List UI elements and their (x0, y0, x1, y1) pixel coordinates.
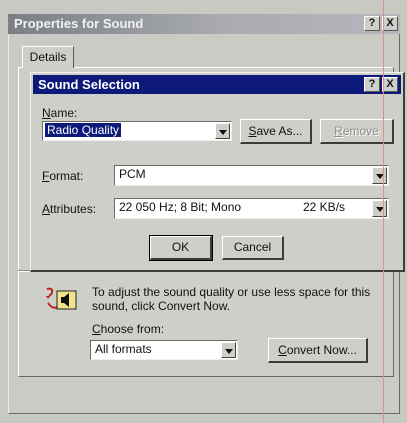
attributes-value: 22 050 Hz; 8 Bit; Mono (119, 200, 242, 214)
remove-label: Remove (334, 124, 379, 138)
choose-from-arrow-icon[interactable] (221, 342, 236, 358)
speaker-convert-icon (44, 283, 78, 315)
convert-now-button[interactable]: Convert Now... (268, 338, 368, 363)
name-arrow-icon[interactable] (215, 123, 230, 139)
properties-close-button[interactable]: X (382, 16, 398, 31)
tab-details[interactable]: Details (22, 46, 74, 68)
format-dropdown[interactable]: PCM (114, 165, 389, 186)
properties-title: Properties for Sound (14, 16, 144, 31)
name-value: Radio Quality (45, 123, 122, 137)
convert-now-label: Convert Now... (278, 343, 357, 357)
format-value: PCM (119, 167, 146, 181)
convert-info-text: To adjust the sound quality or use less … (92, 285, 371, 313)
red-guide-line (383, 0, 384, 423)
choose-from-value: All formats (95, 342, 152, 356)
save-as-button[interactable]: Save As... (240, 119, 312, 144)
attributes-arrow-icon[interactable] (372, 200, 387, 217)
attributes-rate: 22 KB/s (303, 200, 346, 214)
cancel-button[interactable]: Cancel (222, 236, 284, 260)
sound-selection-title: Sound Selection (38, 77, 140, 92)
dialog-help-button[interactable]: ? (364, 77, 380, 92)
properties-help-button[interactable]: ? (364, 16, 380, 31)
choose-from-label: Choose from: (92, 322, 165, 336)
dialog-close-button[interactable]: X (382, 77, 398, 92)
save-as-label: Save As... (248, 124, 303, 138)
name-label: Name: (42, 106, 78, 120)
ok-button[interactable]: OK (149, 235, 213, 261)
name-dropdown[interactable]: Radio Quality (42, 121, 232, 141)
format-label: Format: (42, 169, 84, 183)
choose-from-dropdown[interactable]: All formats (90, 340, 238, 360)
format-arrow-icon[interactable] (372, 167, 387, 184)
attributes-dropdown[interactable]: 22 050 Hz; 8 Bit; Mono 22 KB/s (114, 198, 389, 219)
attributes-label: Attributes: (42, 202, 97, 216)
